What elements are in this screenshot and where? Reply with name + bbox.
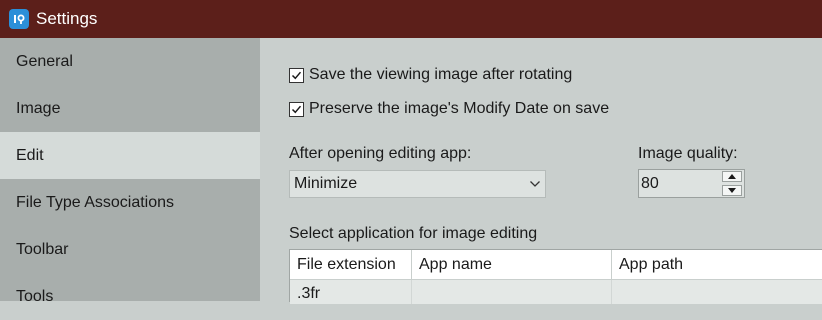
preserve-modify-date-label: Preserve the image's Modify Date on save: [309, 100, 610, 117]
sidebar-nav: General Image Edit File Type Association…: [0, 38, 260, 305]
image-quality-label: Image quality:: [638, 145, 738, 162]
table-cell-extension[interactable]: .3fr: [290, 280, 412, 304]
window-title: Settings: [36, 9, 98, 28]
sidebar-item-tools[interactable]: Tools: [0, 273, 260, 320]
sidebar-item-general[interactable]: General: [0, 38, 260, 85]
checkmark-icon: [291, 105, 302, 113]
preserve-modify-date-option[interactable]: Preserve the image's Modify Date on save: [289, 100, 609, 118]
edit-settings-panel: Save the viewing image after rotating Pr…: [260, 38, 822, 304]
sidebar-item-edit[interactable]: Edit: [0, 132, 260, 179]
title-bar: Settings: [0, 0, 822, 38]
table-row[interactable]: .3fr: [290, 280, 822, 304]
checkmark-icon: [291, 71, 302, 79]
decrement-button[interactable]: [722, 185, 742, 196]
preserve-modify-date-checkbox[interactable]: [289, 101, 304, 117]
save-after-rotating-checkbox[interactable]: [289, 67, 304, 83]
column-header-app-name[interactable]: App name: [412, 250, 612, 279]
after-opening-select[interactable]: Minimize: [289, 170, 546, 198]
editing-apps-table: File extension App name App path .3fr: [289, 249, 822, 304]
image-quality-stepper[interactable]: 80: [638, 169, 745, 198]
image-quality-value[interactable]: 80: [639, 175, 722, 193]
caret-down-icon: [728, 188, 736, 193]
save-after-rotating-label: Save the viewing image after rotating: [309, 66, 573, 83]
sidebar-item-toolbar[interactable]: Toolbar: [0, 226, 260, 273]
table-header: File extension App name App path: [290, 250, 822, 280]
save-after-rotating-option[interactable]: Save the viewing image after rotating: [289, 66, 572, 84]
increment-button[interactable]: [722, 171, 742, 182]
sidebar-item-image[interactable]: Image: [0, 85, 260, 132]
after-opening-value: Minimize: [294, 175, 358, 192]
chevron-down-icon: [525, 180, 545, 188]
app-table-label: Select application for image editing: [289, 225, 538, 242]
caret-up-icon: [728, 174, 736, 179]
table-cell-app-name[interactable]: [412, 280, 612, 304]
column-header-file-extension[interactable]: File extension: [290, 250, 412, 279]
table-cell-app-path[interactable]: [612, 280, 822, 304]
sidebar-item-file-type-associations[interactable]: File Type Associations: [0, 179, 260, 226]
app-logo-icon: [9, 9, 29, 29]
after-opening-label: After opening editing app:: [289, 145, 472, 162]
column-header-app-path[interactable]: App path: [612, 250, 822, 279]
